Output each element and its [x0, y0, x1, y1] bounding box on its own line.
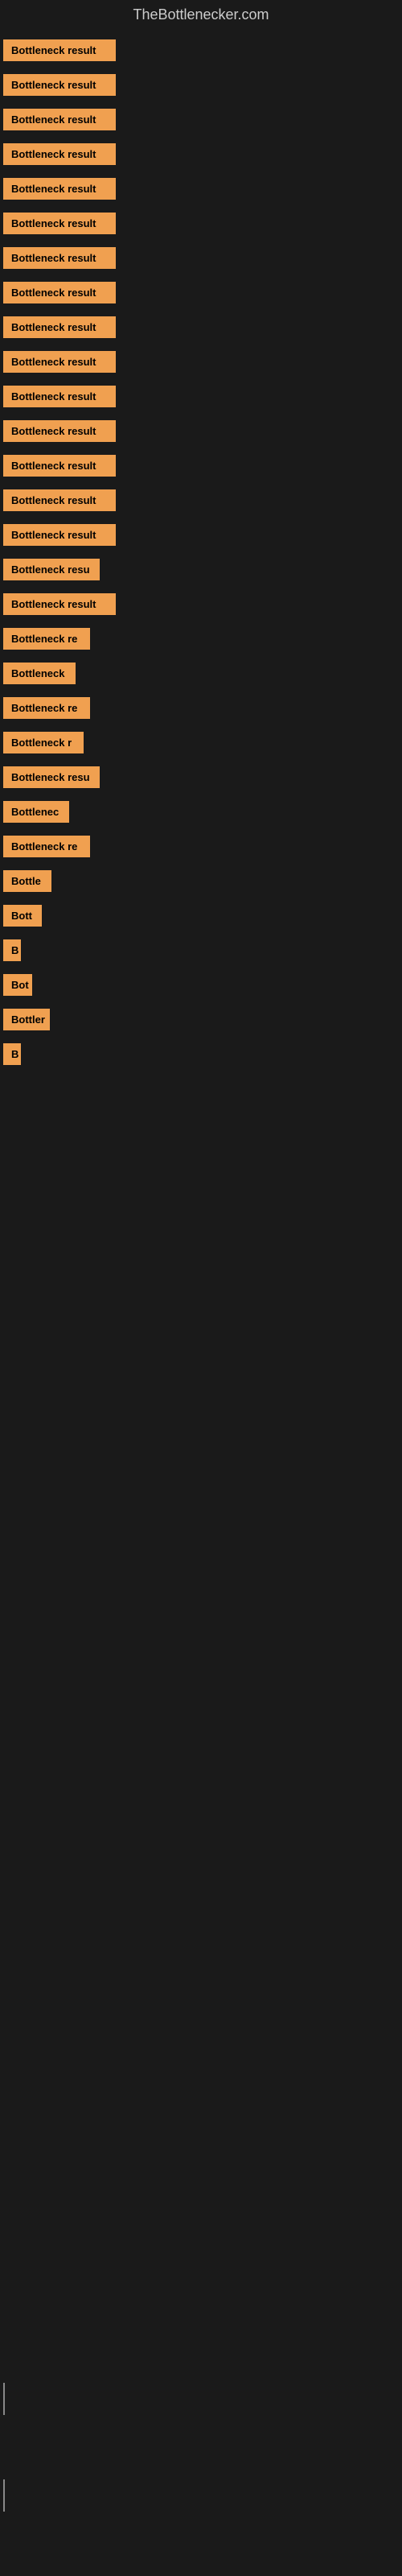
bottleneck-badge: B: [3, 939, 21, 961]
bottleneck-badge: Bottleneck result: [3, 213, 116, 234]
list-item[interactable]: Bottleneck result: [3, 521, 399, 549]
bottleneck-badge: Bottleneck result: [3, 109, 116, 130]
list-item[interactable]: Bottleneck result: [3, 140, 399, 168]
list-item[interactable]: Bottleneck result: [3, 71, 399, 99]
bottleneck-badge: Bottleneck result: [3, 386, 116, 407]
list-item[interactable]: B: [3, 1040, 399, 1068]
list-item[interactable]: Bottleneck result: [3, 417, 399, 445]
list-item[interactable]: Bottleneck result: [3, 279, 399, 307]
bottleneck-badge: Bottle: [3, 870, 51, 892]
bottleneck-badge: Bottleneck result: [3, 524, 116, 546]
bottleneck-badge: Bot: [3, 974, 32, 996]
list-item[interactable]: Bottlenec: [3, 798, 399, 826]
bottleneck-badge: Bottleneck result: [3, 489, 116, 511]
bottleneck-badge: Bottleneck re: [3, 697, 90, 719]
list-item[interactable]: Bottleneck result: [3, 209, 399, 237]
list-item[interactable]: Bottleneck result: [3, 382, 399, 411]
list-item[interactable]: Bottleneck result: [3, 452, 399, 480]
bottleneck-badge: Bott: [3, 905, 42, 927]
list-item[interactable]: Bottleneck result: [3, 348, 399, 376]
bottleneck-badge: Bottleneck result: [3, 247, 116, 269]
bottleneck-badge: B: [3, 1043, 21, 1065]
list-item[interactable]: B: [3, 936, 399, 964]
list-item[interactable]: Bottleneck result: [3, 590, 399, 618]
bottleneck-badge: Bottleneck result: [3, 316, 116, 338]
list-item[interactable]: Bot: [3, 971, 399, 999]
items-container: Bottleneck result Bottleneck result Bottle…: [0, 30, 402, 1081]
bottleneck-badge: Bottler: [3, 1009, 50, 1030]
bottleneck-badge: Bottleneck result: [3, 143, 116, 165]
list-item[interactable]: Bottleneck re: [3, 832, 399, 861]
bottleneck-badge: Bottleneck re: [3, 628, 90, 650]
list-item[interactable]: Bottler: [3, 1005, 399, 1034]
list-item[interactable]: Bottleneck result: [3, 244, 399, 272]
bottleneck-badge: Bottleneck result: [3, 593, 116, 615]
list-item[interactable]: Bottleneck r: [3, 729, 399, 757]
bottleneck-badge: Bottleneck result: [3, 455, 116, 477]
bottleneck-badge: Bottleneck result: [3, 178, 116, 200]
bottleneck-badge: Bottlenec: [3, 801, 69, 823]
bottleneck-badge: Bottleneck result: [3, 39, 116, 61]
list-item[interactable]: Bottleneck result: [3, 313, 399, 341]
list-item[interactable]: Bottleneck result: [3, 105, 399, 134]
bottleneck-badge: Bottleneck r: [3, 732, 84, 753]
bottleneck-badge: Bottleneck resu: [3, 766, 100, 788]
site-title: TheBottlenecker.com: [0, 0, 402, 30]
bottleneck-badge: Bottleneck result: [3, 74, 116, 96]
list-item[interactable]: Bottleneck: [3, 659, 399, 687]
bottleneck-badge: Bottleneck result: [3, 420, 116, 442]
bottleneck-badge: Bottleneck result: [3, 351, 116, 373]
list-item[interactable]: Bottleneck re: [3, 694, 399, 722]
list-item[interactable]: Bottleneck resu: [3, 555, 399, 584]
list-item[interactable]: Bottleneck resu: [3, 763, 399, 791]
list-item[interactable]: Bott: [3, 902, 399, 930]
list-item[interactable]: Bottleneck result: [3, 486, 399, 514]
bottleneck-badge: Bottleneck resu: [3, 559, 100, 580]
list-item[interactable]: Bottleneck result: [3, 175, 399, 203]
list-item[interactable]: Bottle: [3, 867, 399, 895]
list-item[interactable]: Bottleneck result: [3, 36, 399, 64]
bottleneck-badge: Bottleneck result: [3, 282, 116, 303]
list-item[interactable]: Bottleneck re: [3, 625, 399, 653]
bottleneck-badge: Bottleneck: [3, 663, 76, 684]
bottleneck-badge: Bottleneck re: [3, 836, 90, 857]
